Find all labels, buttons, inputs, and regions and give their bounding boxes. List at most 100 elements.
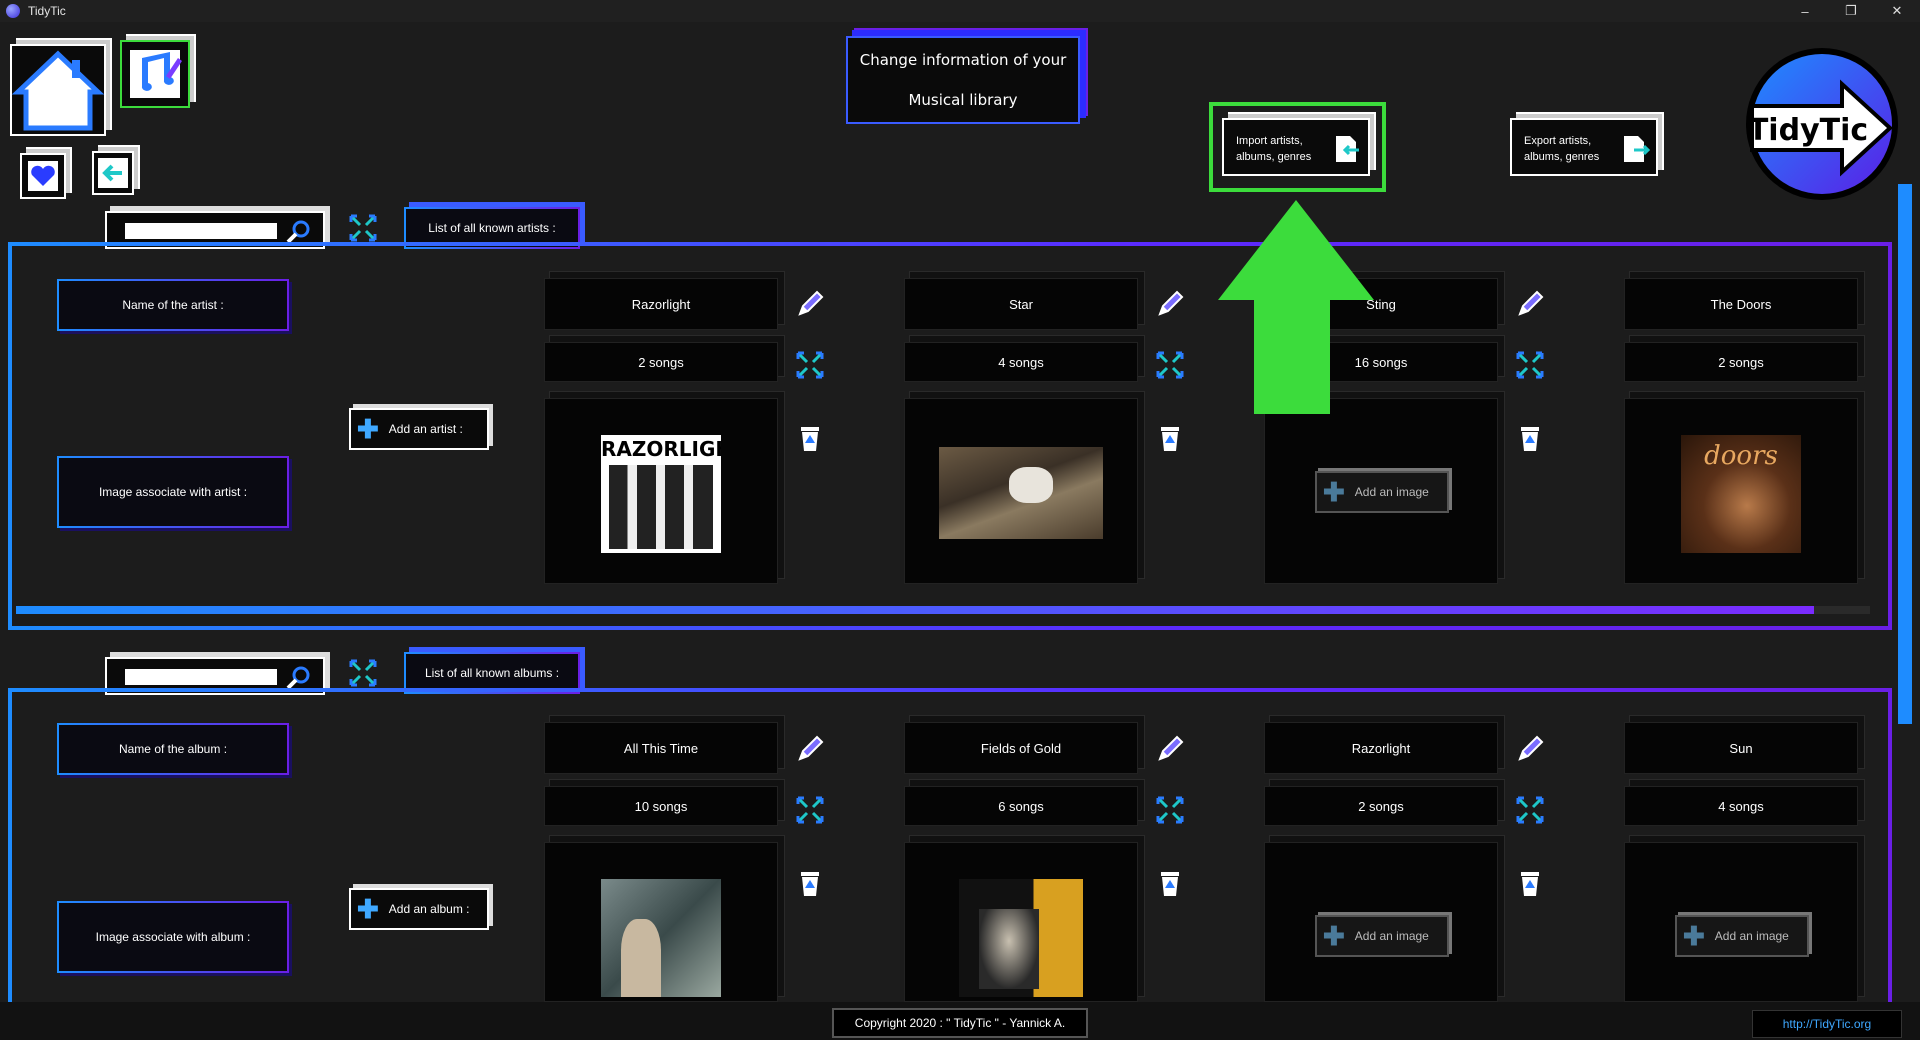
add-image-button[interactable]: ✚ Add an image	[1315, 471, 1449, 513]
artist-image-cell[interactable]: ✚ Add an image	[1264, 398, 1498, 584]
artist-songs-cell: 2 songs	[544, 342, 778, 382]
plus-icon: ✚	[357, 894, 379, 924]
expand-icon	[349, 659, 377, 687]
restore-button[interactable]: ❐	[1828, 0, 1874, 22]
pencil-icon	[1158, 290, 1184, 316]
pencil-icon	[798, 290, 824, 316]
plus-icon: ✚	[1683, 921, 1705, 951]
website-link[interactable]: http://TidyTic.org	[1752, 1010, 1902, 1038]
logo-text: TidyTic	[1748, 113, 1868, 148]
pencil-icon	[798, 735, 824, 761]
expand-artist-button[interactable]	[795, 350, 825, 380]
expand-icon	[1156, 351, 1184, 379]
album-image	[601, 879, 721, 997]
artist-name-cell[interactable]: The Doors	[1624, 278, 1858, 330]
album-name-cell[interactable]: Fields of Gold	[904, 722, 1138, 774]
app-icon	[6, 4, 20, 18]
import-file-icon	[1336, 136, 1359, 162]
vertical-scrollbar[interactable]	[1898, 184, 1912, 724]
album-name-cell[interactable]: Razorlight	[1264, 722, 1498, 774]
edit-album-button[interactable]	[1155, 734, 1185, 764]
music-library-button[interactable]	[120, 40, 190, 108]
expand-album-button[interactable]	[1155, 795, 1185, 825]
add-image-label: Add an image	[1714, 929, 1789, 943]
delete-album-button[interactable]	[1155, 868, 1185, 898]
add-album-label: Add an album :	[388, 902, 470, 916]
edit-artist-button[interactable]	[1515, 289, 1545, 319]
back-button[interactable]	[92, 151, 134, 195]
add-image-button[interactable]: ✚ Add an image	[1315, 915, 1449, 957]
expand-icon	[796, 796, 824, 824]
expand-artist-button[interactable]	[1515, 350, 1545, 380]
expand-album-button[interactable]	[1515, 795, 1545, 825]
tidytic-logo: TidyTic	[1742, 44, 1902, 204]
expand-icon	[1156, 796, 1184, 824]
artist-image-cell[interactable]	[904, 398, 1138, 584]
delete-artist-button[interactable]	[795, 423, 825, 453]
artist-expand-button[interactable]	[348, 213, 378, 243]
album-name-label: Name of the album :	[57, 723, 289, 775]
album-name-cell[interactable]: Sun	[1624, 722, 1858, 774]
album-image-cell[interactable]	[544, 842, 778, 1002]
delete-artist-button[interactable]	[1515, 423, 1545, 453]
arrow-up-icon	[1218, 200, 1374, 414]
artist-name-cell[interactable]: Star	[904, 278, 1138, 330]
delete-album-button[interactable]	[795, 868, 825, 898]
album-image-cell[interactable]: ✚ Add an image	[1624, 842, 1858, 1002]
album-image	[959, 879, 1083, 997]
album-image-cell[interactable]	[904, 842, 1138, 1002]
artist-image-label: Image associate with artist :	[57, 456, 289, 528]
artist-search-input[interactable]	[125, 223, 277, 239]
album-expand-button[interactable]	[348, 658, 378, 688]
artist-name-label: Name of the artist :	[57, 279, 289, 331]
artist-name-cell[interactable]: Razorlight	[544, 278, 778, 330]
import-button[interactable]: Import artists, albums, genres	[1222, 118, 1370, 176]
trash-icon	[1521, 872, 1539, 896]
add-image-label: Add an image	[1354, 485, 1429, 499]
expand-icon	[1516, 351, 1544, 379]
edit-album-button[interactable]	[1515, 734, 1545, 764]
expand-icon	[1516, 796, 1544, 824]
edit-album-button[interactable]	[795, 734, 825, 764]
artist-horizontal-scrollbar[interactable]	[16, 606, 1870, 614]
expand-icon	[349, 214, 377, 242]
album-songs-cell: 10 songs	[544, 786, 778, 826]
trash-icon	[1161, 872, 1179, 896]
album-image-cell[interactable]: ✚ Add an image	[1264, 842, 1498, 1002]
add-artist-label: Add an artist :	[388, 422, 463, 436]
edit-artist-button[interactable]	[1155, 289, 1185, 319]
page-title-line2: Musical library	[908, 91, 1018, 109]
minimize-button[interactable]: –	[1782, 0, 1828, 22]
favorites-button[interactable]	[20, 153, 66, 199]
home-button[interactable]	[10, 44, 106, 136]
expand-album-button[interactable]	[795, 795, 825, 825]
add-album-button[interactable]: ✚ Add an album :	[349, 888, 489, 930]
add-artist-button[interactable]: ✚ Add an artist :	[349, 408, 489, 450]
copyright-text: Copyright 2020 : " TidyTic " - Yannick A…	[832, 1008, 1088, 1038]
home-icon	[11, 50, 105, 131]
pencil-icon	[1518, 290, 1544, 316]
music-edit-icon	[130, 50, 182, 98]
close-button[interactable]: ✕	[1874, 0, 1920, 22]
artist-image-cell[interactable]: doors	[1624, 398, 1858, 584]
plus-icon: ✚	[1323, 921, 1345, 951]
back-arrow-icon	[98, 158, 128, 188]
export-file-icon	[1624, 136, 1650, 162]
add-image-label: Add an image	[1354, 929, 1429, 943]
import-label-1: Import artists,	[1236, 135, 1303, 147]
artist-image	[939, 447, 1103, 539]
delete-artist-button[interactable]	[1155, 423, 1185, 453]
window-title: TidyTic	[28, 4, 66, 18]
album-search-input[interactable]	[125, 669, 277, 685]
add-image-button[interactable]: ✚ Add an image	[1675, 915, 1809, 957]
edit-artist-button[interactable]	[795, 289, 825, 319]
artist-image-cell[interactable]: RAZORLIGHT	[544, 398, 778, 584]
expand-artist-button[interactable]	[1155, 350, 1185, 380]
plus-icon: ✚	[357, 414, 379, 444]
album-songs-cell: 4 songs	[1624, 786, 1858, 826]
page-title-box: Change information of your Musical libra…	[846, 36, 1080, 124]
album-name-cell[interactable]: All This Time	[544, 722, 778, 774]
delete-album-button[interactable]	[1515, 868, 1545, 898]
export-button[interactable]: Export artists, albums, genres	[1510, 118, 1658, 176]
artist-scroll-thumb[interactable]	[16, 606, 1815, 614]
